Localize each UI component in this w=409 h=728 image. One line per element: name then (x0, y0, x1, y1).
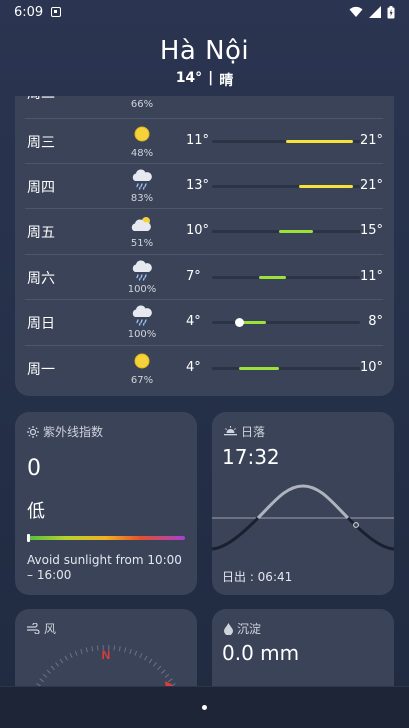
sun-position-dot (354, 523, 359, 528)
daily-forecast-card[interactable]: 周二 66% 8° 21° 周三 48% 11° 21° 周四 83% 13° 21° 周五 51% 10°… (15, 96, 394, 396)
temp-min: 8° (186, 96, 201, 99)
uv-scale-bar (27, 536, 185, 540)
temp-range-fill (279, 230, 313, 233)
compass-north-label: N (102, 648, 111, 662)
temp-max: 21° (360, 133, 383, 148)
sunset-card[interactable]: 日落 17:32 日出 : 06:41 (212, 412, 394, 595)
temp-range-track (212, 230, 360, 233)
current-summary: 14° | 晴 (0, 70, 409, 90)
wifi-icon (349, 6, 363, 18)
temp-range-fill (286, 140, 353, 143)
status-right (349, 6, 395, 19)
temp-max: 21° (360, 178, 383, 193)
forecast-row[interactable]: 周一 67% 4° 10° (25, 345, 383, 390)
uv-advice: Avoid sunlight from 10:00 – 16:00 (27, 553, 187, 583)
forecast-row[interactable]: 周六 100% 7° 11° (25, 254, 383, 299)
temp-max: 8° (368, 314, 383, 329)
temp-range-track (212, 367, 360, 370)
day-name: 周四 (27, 177, 55, 197)
temp-max: 15° (360, 223, 383, 238)
temp-min: 4° (186, 314, 201, 329)
drop-icon (224, 623, 233, 635)
city-name: Hà Nội (0, 34, 409, 68)
temp-range-fill (239, 367, 279, 370)
status-time: 6:09 (14, 5, 43, 20)
current-condition: 晴 (219, 70, 233, 90)
status-left: 6:09 (14, 5, 61, 20)
temp-max: 10° (360, 360, 383, 375)
rain-cloud-icon (129, 168, 155, 190)
temp-range-track (212, 140, 360, 143)
precipitation-chance: 100% (125, 329, 159, 340)
battery-icon (387, 6, 395, 19)
precipitation-title-text: 沉淀 (237, 620, 261, 637)
temp-range-fill (299, 185, 353, 188)
precipitation-chance: 67% (125, 375, 159, 386)
uv-index-card[interactable]: 紫外线指数 0 低 Avoid sunlight from 10:00 – 16… (15, 412, 197, 595)
day-name: 周二 (27, 96, 55, 103)
status-bar: 6:09 (0, 0, 409, 24)
forecast-row[interactable]: 周二 66% 8° 21° (25, 96, 383, 115)
summary-separator: | (208, 70, 213, 90)
navigation-bar (0, 686, 409, 728)
temp-min: 11° (186, 133, 209, 148)
rain-cloud-icon (129, 259, 155, 281)
current-temp: 14° (176, 70, 202, 90)
temp-range-fill (259, 276, 286, 279)
sunset-title-text: 日落 (241, 423, 265, 440)
day-name: 周三 (27, 132, 55, 152)
forecast-row[interactable]: 周三 48% 11° 21° (25, 118, 383, 163)
signal-icon (369, 6, 381, 18)
forecast-row[interactable]: 周日 100% 4° 8° (25, 299, 383, 344)
current-temp-dot (235, 318, 244, 327)
temp-min: 7° (186, 269, 201, 284)
notification-icon (51, 7, 61, 17)
location-header: Hà Nội 14° | 晴 (0, 34, 409, 90)
precipitation-chance: 100% (125, 284, 159, 295)
uv-title-text: 紫外线指数 (43, 423, 103, 440)
precipitation-chance: 48% (125, 148, 159, 159)
day-name: 周日 (27, 313, 55, 333)
day-name: 周五 (27, 222, 55, 242)
sun-small-icon (27, 426, 39, 438)
sun-icon (129, 350, 155, 372)
temp-min: 4° (186, 360, 201, 375)
temp-min: 10° (186, 223, 209, 238)
temp-range-track (212, 321, 360, 324)
sunset-card-title: 日落 (224, 423, 265, 440)
forecast-row[interactable]: 周五 51% 10° 15° (25, 208, 383, 253)
temp-range-track (212, 185, 360, 188)
sun-curve-day (258, 486, 348, 518)
temp-max: 11° (360, 269, 383, 284)
sun-path-graph (212, 478, 394, 558)
sunrise-time: 日出 : 06:41 (222, 568, 292, 585)
uv-level: 低 (27, 497, 45, 523)
precipitation-value: 0.0 mm (222, 641, 299, 665)
cloud-sun-icon (129, 213, 155, 235)
precipitation-card-title: 沉淀 (224, 620, 261, 637)
sun-curve-night-left (212, 518, 258, 549)
day-name: 周一 (27, 359, 55, 379)
temp-range-track (212, 276, 360, 279)
sunset-time: 17:32 (222, 445, 280, 469)
uv-card-title: 紫外线指数 (27, 423, 103, 440)
day-name: 周六 (27, 268, 55, 288)
temp-min: 13° (186, 178, 209, 193)
rain-cloud-icon (129, 304, 155, 326)
page-indicator-dot[interactable] (202, 705, 207, 710)
precipitation-chance: 66% (125, 99, 159, 110)
uv-marker (27, 534, 30, 542)
uv-value: 0 (27, 456, 41, 481)
sun-icon (129, 123, 155, 145)
forecast-row[interactable]: 周四 83% 13° 21° (25, 163, 383, 208)
temp-max: 21° (360, 96, 383, 99)
precipitation-chance: 83% (125, 193, 159, 204)
sunset-icon (224, 426, 237, 437)
precipitation-chance: 51% (125, 238, 159, 249)
